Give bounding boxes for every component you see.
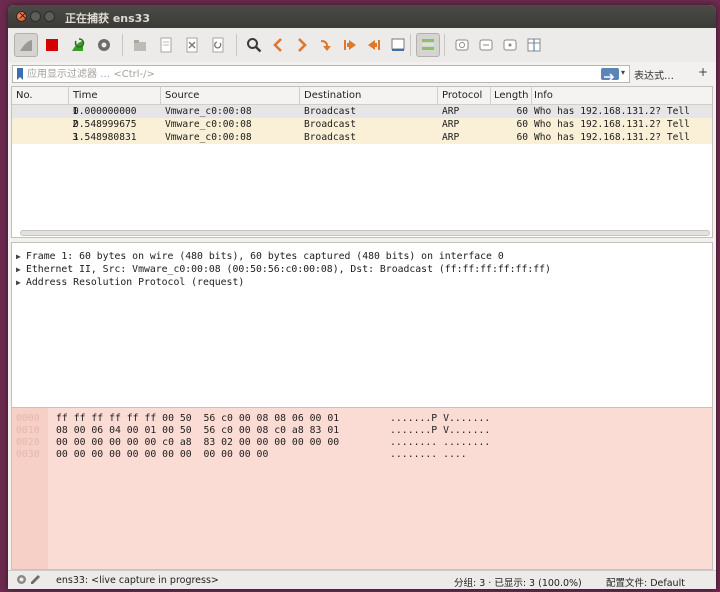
go-first-icon[interactable] — [338, 33, 362, 57]
byte-hex[interactable]: 08 00 06 04 00 01 00 50 56 c0 00 08 c0 a… — [56, 425, 339, 437]
packet-time: 0.000000000 — [73, 106, 137, 117]
window-maximize-button[interactable] — [44, 11, 55, 22]
toolbar-separator — [236, 34, 237, 56]
expert-info-icon[interactable] — [16, 574, 27, 588]
byte-offset: 0020 — [16, 437, 40, 448]
go-to-packet-icon[interactable] — [314, 33, 338, 57]
byte-ascii[interactable]: .......P V....... — [390, 413, 490, 425]
capture-status-text: ens33: <live capture in progress> — [56, 575, 219, 586]
window-title: 正在捕获 ens33 — [65, 12, 150, 25]
packet-protocol: ARP — [442, 132, 460, 143]
detail-row-ethernet[interactable]: ▶ Ethernet II, Src: Vmware_c0:00:08 (00:5… — [16, 263, 551, 276]
byte-offset: 0010 — [16, 425, 40, 436]
bookmark-icon[interactable] — [16, 68, 24, 80]
packet-info: Who has 192.168.131.2? Tell — [534, 119, 690, 130]
apply-filter-button[interactable] — [601, 68, 619, 81]
expand-arrow-icon[interactable]: ▶ — [16, 276, 26, 289]
go-forward-icon[interactable] — [290, 33, 314, 57]
edit-capture-comment-icon[interactable] — [30, 574, 41, 588]
column-header-source[interactable]: Source — [165, 90, 199, 101]
byte-offset: 0030 — [16, 449, 40, 460]
resize-columns-icon[interactable] — [522, 33, 546, 57]
detail-text: Address Resolution Protocol (request) — [26, 277, 245, 288]
save-file-icon[interactable] — [154, 33, 178, 57]
zoom-in-icon[interactable] — [450, 33, 474, 57]
close-file-icon[interactable] — [180, 33, 204, 57]
display-filter-input[interactable] — [27, 66, 597, 82]
go-back-icon[interactable] — [266, 33, 290, 57]
byte-ascii[interactable]: ........ .... — [390, 449, 467, 461]
normal-size-icon[interactable] — [498, 33, 522, 57]
packet-time: 1.548980831 — [73, 132, 137, 143]
packet-source: Vmware_c0:00:08 — [165, 106, 252, 117]
packet-source: Vmware_c0:00:08 — [165, 119, 252, 130]
packet-list-header: No. Time Source Destination Protocol Len… — [12, 87, 712, 105]
add-filter-button[interactable]: + — [698, 65, 708, 79]
profile-text[interactable]: 配置文件: Default — [606, 575, 685, 589]
column-header-protocol[interactable]: Protocol — [442, 90, 482, 101]
column-header-info[interactable]: Info — [534, 90, 553, 101]
find-packet-icon[interactable] — [242, 33, 266, 57]
window-close-button[interactable] — [16, 9, 27, 22]
colorize-icon[interactable] — [416, 33, 440, 57]
open-file-icon[interactable] — [128, 33, 152, 57]
packet-info: Who has 192.168.131.2? Tell — [534, 106, 690, 117]
packet-destination: Broadcast — [304, 132, 356, 143]
byte-ascii[interactable]: .......P V....... — [390, 425, 490, 437]
column-header-time[interactable]: Time — [73, 90, 97, 101]
byte-hex[interactable]: ff ff ff ff ff ff 00 50 56 c0 00 08 08 0… — [56, 413, 339, 425]
packet-destination: Broadcast — [304, 106, 356, 117]
window-minimize-button[interactable] — [30, 11, 41, 22]
display-filter-box: ▾ — [12, 65, 630, 83]
byte-offset: 0000 — [16, 413, 40, 424]
packet-time: 0.548999675 — [73, 119, 137, 130]
capture-options-icon[interactable] — [92, 33, 116, 57]
detail-row-arp[interactable]: ▶ Address Resolution Protocol (request) — [16, 276, 244, 289]
stop-capture-icon[interactable] — [40, 33, 64, 57]
packet-length: 60 — [516, 132, 528, 143]
toolbar-separator — [122, 34, 123, 56]
column-header-destination[interactable]: Destination — [304, 90, 361, 101]
packet-protocol: ARP — [442, 106, 460, 117]
packet-row[interactable]: 2 0.548999675 Vmware_c0:00:08 Broadcast … — [12, 118, 712, 131]
detail-row-frame[interactable]: ▶ Frame 1: 60 bytes on wire (480 bits), 6… — [16, 250, 504, 263]
go-last-icon[interactable] — [362, 33, 386, 57]
packet-bytes: 0000 ff ff ff ff ff ff 00 50 56 c0 00 08… — [11, 407, 713, 570]
display-filter-bar: ▾ 表达式… + — [8, 62, 716, 86]
detail-text: Frame 1: 60 bytes on wire (480 bits), 60… — [26, 251, 504, 262]
main-toolbar — [8, 28, 716, 63]
packet-list: No. Time Source Destination Protocol Len… — [11, 86, 713, 238]
wireshark-window: 正在捕获 ens33 — [8, 5, 716, 589]
packet-info: Who has 192.168.131.2? Tell — [534, 132, 690, 143]
toolbar-separator — [444, 34, 445, 56]
byte-hex[interactable]: 00 00 00 00 00 00 00 00 00 00 00 00 — [56, 449, 268, 461]
restart-capture-icon[interactable] — [66, 33, 90, 57]
packet-row[interactable]: 3 1.548980831 Vmware_c0:00:08 Broadcast … — [12, 131, 712, 144]
packet-row[interactable]: 1 0.000000000 Vmware_c0:00:08 Broadcast … — [12, 105, 712, 118]
reload-icon[interactable] — [206, 33, 230, 57]
chevron-down-icon[interactable]: ▾ — [621, 68, 625, 77]
autoscroll-icon[interactable] — [386, 33, 410, 57]
detail-text: Ethernet II, Src: Vmware_c0:00:08 (00:50… — [26, 264, 551, 275]
packet-source: Vmware_c0:00:08 — [165, 132, 252, 143]
byte-ascii[interactable]: ........ ........ — [390, 437, 490, 449]
byte-hex[interactable]: 00 00 00 00 00 00 c0 a8 83 02 00 00 00 0… — [56, 437, 339, 449]
toolbar-separator — [410, 34, 411, 56]
column-header-no[interactable]: No. — [16, 90, 33, 101]
packet-details: ▶ Frame 1: 60 bytes on wire (480 bits), 6… — [11, 242, 713, 408]
expand-arrow-icon[interactable]: ▶ — [16, 250, 26, 263]
column-header-length[interactable]: Length — [494, 90, 529, 101]
packet-length: 60 — [516, 119, 528, 130]
expand-arrow-icon[interactable]: ▶ — [16, 263, 26, 276]
status-bar: ens33: <live capture in progress> 分组: 3 … — [8, 570, 716, 589]
packet-destination: Broadcast — [304, 119, 356, 130]
zoom-out-icon[interactable] — [474, 33, 498, 57]
packet-protocol: ARP — [442, 119, 460, 130]
packet-length: 60 — [516, 106, 528, 117]
title-bar: 正在捕获 ens33 — [8, 5, 716, 28]
shark-fin-start-icon[interactable] — [14, 33, 38, 57]
expression-button[interactable]: 表达式… — [634, 67, 674, 82]
packet-list-scrollbar[interactable] — [20, 230, 710, 236]
packet-count-text: 分组: 3 · 已显示: 3 (100.0%) — [454, 578, 582, 589]
